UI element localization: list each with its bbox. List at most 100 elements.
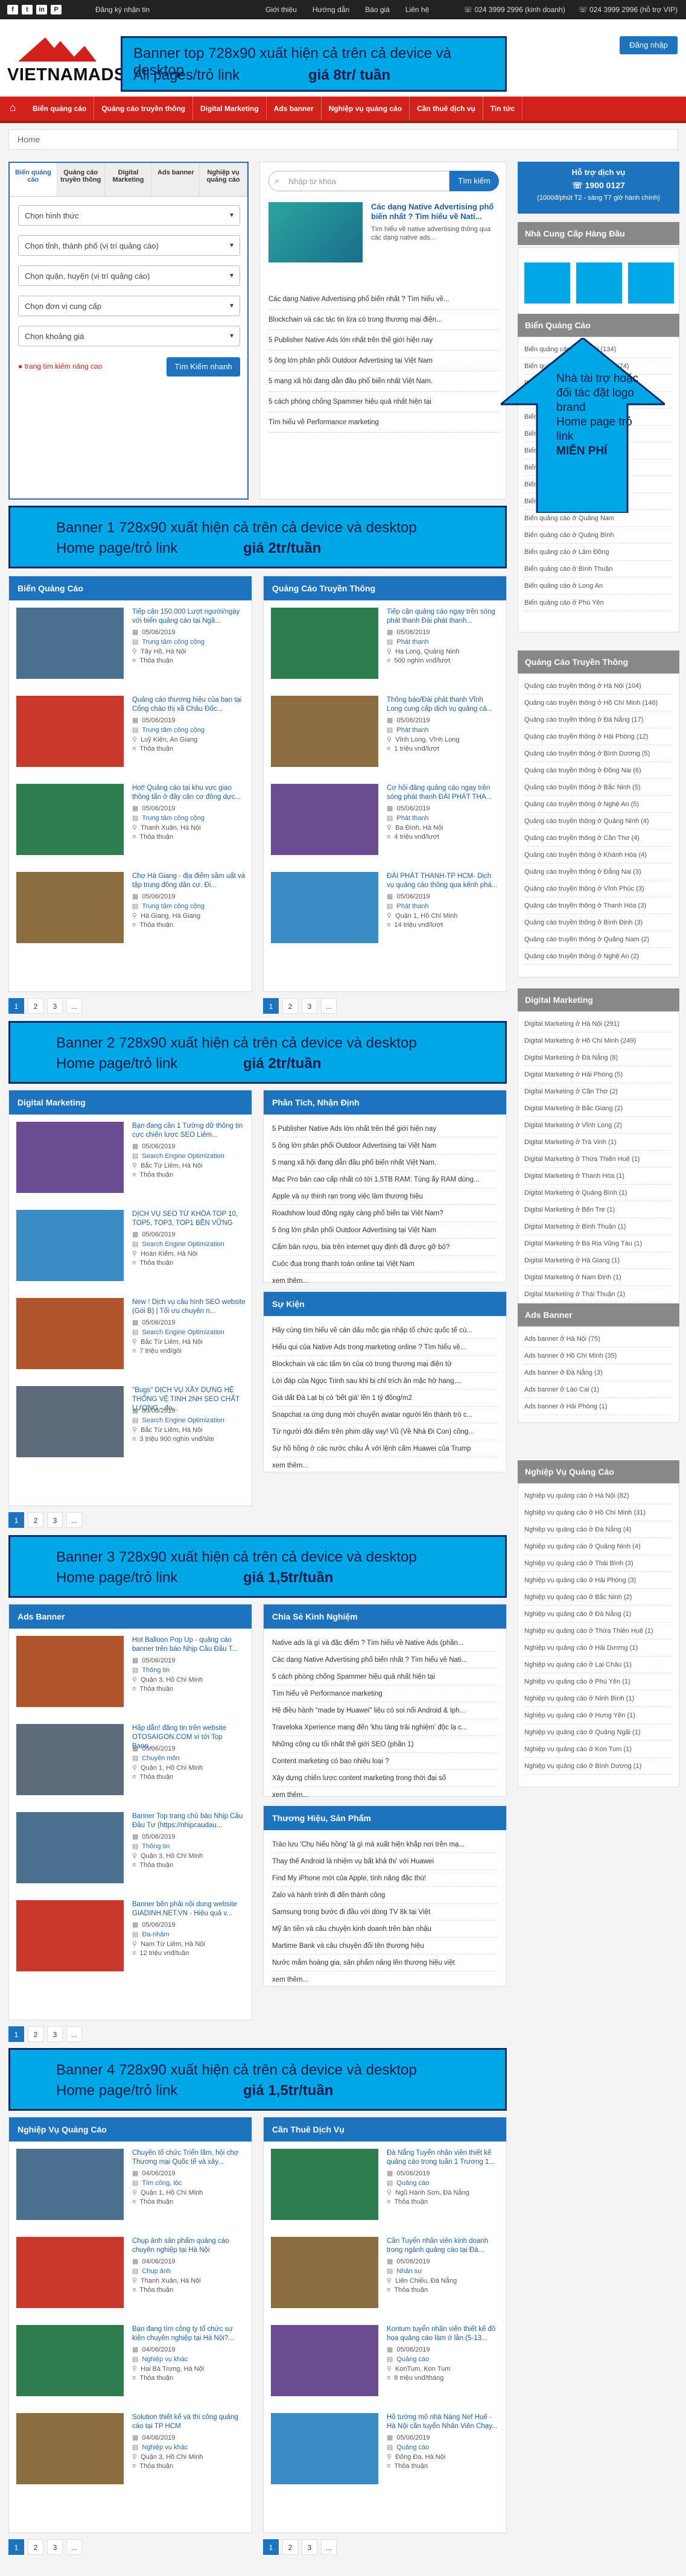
page-link[interactable]: 2	[28, 2026, 43, 2042]
sidebar-link[interactable]: Digital Marketing ở Bắc Giang (2)	[524, 1100, 673, 1117]
keyword-search-button[interactable]: Tìm kiếm	[449, 171, 499, 191]
sidebar-link[interactable]: Digital Marketing ở Bến Tre (1)	[524, 1201, 673, 1218]
news-link[interactable]: Content marketing có bao nhiêu loại ?	[272, 1753, 498, 1770]
listing-title[interactable]: Hot Balloon Pop Up - quảng cáo banner tr…	[132, 1636, 246, 1654]
news-link[interactable]: Thay thế Android là nhiệm vụ bất khả thi…	[272, 1853, 498, 1870]
listing-thumbnail[interactable]	[271, 784, 378, 855]
sidebar-link[interactable]: Digital Marketing ở Bà Rịa Vũng Tàu (1)	[524, 1235, 673, 1252]
listing-thumbnail[interactable]	[16, 608, 124, 679]
sidebar-link[interactable]: Digital Marketing ở Vĩnh Long (2)	[524, 1117, 673, 1134]
news-link[interactable]: Hiểu qui của Native Ads trong marketing …	[272, 1339, 498, 1356]
province-select[interactable]: Chọn tỉnh, thành phố (vị trí quảng cáo)	[18, 235, 240, 256]
register-newsletter-link[interactable]: Đăng ký nhận tin	[95, 5, 150, 14]
sidebar-link[interactable]: Nghiệp vụ quảng cáo ở Hà Nội (82)	[524, 1487, 673, 1504]
page-link[interactable]: ...	[321, 998, 337, 1014]
listing-item[interactable]: Cần Tuyển nhân viên kinh doanh trong ngà…	[271, 2237, 500, 2314]
sidebar-link[interactable]: Nghiệp vụ quảng cáo ở Quảng Ninh (4)	[524, 1538, 673, 1555]
page-link[interactable]: 3	[47, 998, 63, 1014]
listing-title[interactable]: Cần Tuyển nhân viên kinh doanh trong ngà…	[387, 2237, 500, 2255]
sidebar-link[interactable]: Digital Marketing ở Trà Vinh (1)	[524, 1134, 673, 1151]
page-link[interactable]: 1	[263, 2539, 279, 2555]
banner-2[interactable]: Banner 2 728x90 xuất hiện cả trên cả dev…	[8, 1021, 507, 1084]
category-heading[interactable]: Ads Banner	[9, 1604, 252, 1629]
news-link[interactable]: Apple và sự thinh rạn trong việc làm thư…	[272, 1188, 498, 1205]
listing-thumbnail[interactable]	[16, 1386, 124, 1457]
provider-logo[interactable]	[524, 262, 570, 304]
sidebar-link[interactable]: Biển quảng cáo ở Lâm Đồng	[524, 544, 673, 561]
news-link[interactable]: 5 mạng xã hội đang dẫn đầu phổ biến nhất…	[272, 1154, 498, 1171]
listing-title[interactable]: Tiếp cận quảng cáo ngay trên sóng phát t…	[387, 608, 500, 626]
sidebar-link[interactable]: Digital Marketing ở Cần Thơ (2)	[524, 1083, 673, 1100]
page-link[interactable]: ...	[66, 2026, 82, 2042]
sidebar-link[interactable]: Biển quảng cáo ở Phú Yên	[524, 594, 673, 611]
facebook-icon[interactable]: f	[7, 5, 18, 14]
page-link[interactable]: 1	[8, 998, 24, 1014]
article-link[interactable]: Tìm hiểu về Performance marketing	[268, 412, 499, 433]
category-heading[interactable]: Nghiệp Vụ Quảng Cáo	[9, 2117, 252, 2142]
category-heading[interactable]: Digital Marketing	[9, 1090, 252, 1115]
page-link[interactable]: 1	[8, 2026, 24, 2042]
article-link[interactable]: 5 Publisher Native Ads lớn nhất trên thế…	[268, 330, 499, 351]
news-heading[interactable]: Sự Kiện	[264, 1292, 506, 1316]
sidebar-link[interactable]: Nghiệp vụ quảng cáo ở Quảng Ngãi (1)	[524, 1724, 673, 1741]
news-link[interactable]: Từ người đôi điểm trên phim dây vay! Vũ …	[272, 1423, 498, 1440]
sidebar-link[interactable]: Quảng cáo truyền thông ở Bình Dương (5)	[524, 745, 673, 762]
listing-title[interactable]: Hồ tường mô nhà Nàng Nef Huế - Hà Nội cầ…	[387, 2413, 500, 2431]
page-link[interactable]: 2	[282, 998, 298, 1014]
twitter-icon[interactable]: t	[22, 5, 33, 14]
news-link[interactable]: Zalo và hành trình đi đến thành công	[272, 1887, 498, 1904]
news-heading[interactable]: Thương Hiệu, Sản Phẩm	[264, 1806, 506, 1830]
sidebar-link[interactable]: Quảng cáo truyền thông ở Đà Nẵng (17)	[524, 711, 673, 728]
news-heading[interactable]: Chia Sẻ Kinh Nghiệm	[264, 1604, 506, 1629]
banner-4[interactable]: Banner 4 728x90 xuất hiện cả trên cả dev…	[8, 2048, 507, 2111]
district-select[interactable]: Chọn quận, huyện (vị trí quảng cáo)	[18, 266, 240, 286]
page-link[interactable]: 3	[47, 2539, 63, 2555]
listing-title[interactable]: Chuyên tổ chức Triển lãm, hội chợ Thương…	[132, 2149, 246, 2167]
listing-title[interactable]: Chụp ảnh sản phẩm quảng cáo chuyên nghiệ…	[132, 2237, 246, 2255]
listing-item[interactable]: Cơ hội đăng quảng cáo ngay trên sóng phá…	[271, 784, 500, 861]
listing-item[interactable]: Tiếp cận quảng cáo ngay trên sóng phát t…	[271, 608, 500, 685]
article-link[interactable]: Các dạng Native Advertising phổ biến nhấ…	[268, 289, 499, 310]
listing-thumbnail[interactable]	[16, 1298, 124, 1369]
article-link[interactable]: Blockchain và các tác tin lừa có trong t…	[268, 310, 499, 330]
news-link[interactable]: Mỹ ăn tiền và câu chuyện kinh doanh trên…	[272, 1921, 498, 1938]
sidebar-link[interactable]: Digital Marketing ở Đà Nẵng (8)	[524, 1049, 673, 1066]
listing-title[interactable]: Quảng cáo thương hiệu của bạn tại Cổng c…	[132, 696, 246, 714]
page-link[interactable]: ...	[66, 998, 82, 1014]
search-tab-digital[interactable]: Digital Marketing	[104, 163, 153, 196]
advanced-search-link[interactable]: ● trang tìm kiếm nâng cao	[18, 362, 102, 370]
news-link[interactable]: Trào lưu 'Chụ hiểu hồng' là gì mà xuất h…	[272, 1836, 498, 1853]
news-link[interactable]: Cẩm bán rượu, bia trên internet quy định…	[272, 1239, 498, 1256]
sidebar-link[interactable]: Quảng cáo truyền thông ở Bình Định (3)	[524, 914, 673, 931]
listing-title[interactable]: DỊCH VỤ SEO TỪ KHÓA TOP 10, TOP5, TOP3, …	[132, 1210, 246, 1228]
listing-title[interactable]: Banner Top trang chủ báo Nhịp Cầu Đầu Tư…	[132, 1812, 246, 1830]
listing-title[interactable]: Banner bên phải nội dung website GIADINH…	[132, 1900, 246, 1918]
listing-thumbnail[interactable]	[16, 1636, 124, 1707]
listing-thumbnail[interactable]	[16, 2325, 124, 2396]
news-link[interactable]: Giá dất Đà Lạt bị có 'bết giá' lên 1 tỷ …	[272, 1390, 498, 1407]
listing-thumbnail[interactable]	[271, 2149, 378, 2220]
listing-item[interactable]: Hấp dẫn! đăng tin trên website OTOSAIGON…	[16, 1724, 246, 1801]
listing-thumbnail[interactable]	[16, 1812, 124, 1883]
sidebar-link[interactable]: Quảng cáo truyền thông ở Quảng Nam (2)	[524, 931, 673, 948]
sidebar-link[interactable]: Ads banner ở Hồ Chí Minh (35)	[524, 1347, 673, 1364]
listing-item[interactable]: Đà Nẵng Tuyển nhân viên thiết kế quảng c…	[271, 2149, 500, 2226]
news-link[interactable]: Blockchain và các tấm tin của có trong t…	[272, 1356, 498, 1373]
news-link[interactable]: Roadshow loud động ngày càng phổ biến tạ…	[272, 1205, 498, 1222]
breadcrumb-home[interactable]: Home	[17, 135, 40, 144]
page-link[interactable]: 3	[47, 2026, 63, 2042]
listing-title[interactable]: ĐÀI PHÁT THANH-TP HCM- Dịch vụ quảng cáo…	[387, 872, 500, 890]
nav-item-hire[interactable]: Cần thuê dịch vụ	[410, 97, 483, 121]
listing-thumbnail[interactable]	[16, 2149, 124, 2220]
news-link[interactable]: Samsung trong bước đi đầu với dòng TV 8k…	[272, 1904, 498, 1921]
listing-item[interactable]: ĐÀI PHÁT THANH-TP HCM- Dịch vụ quảng cáo…	[271, 872, 500, 949]
listing-item[interactable]: Solution thiết kế và thi công quảng cáo …	[16, 2413, 246, 2490]
pricing-link[interactable]: Báo giá	[365, 5, 390, 14]
listing-thumbnail[interactable]	[16, 2413, 124, 2484]
nav-item-billboard[interactable]: Biển quảng cáo	[25, 97, 95, 121]
sidebar-link[interactable]: Digital Marketing ở Thanh Hóa (1)	[524, 1168, 673, 1185]
page-link[interactable]: 2	[28, 1512, 43, 1528]
listing-item[interactable]: Quảng cáo thương hiệu của bạn tại Cổng c…	[16, 696, 246, 773]
page-link[interactable]: 3	[47, 1512, 63, 1528]
vip-phone[interactable]: ☏ 024 3999 2996 (hỗ trợ VIP)	[579, 5, 678, 14]
